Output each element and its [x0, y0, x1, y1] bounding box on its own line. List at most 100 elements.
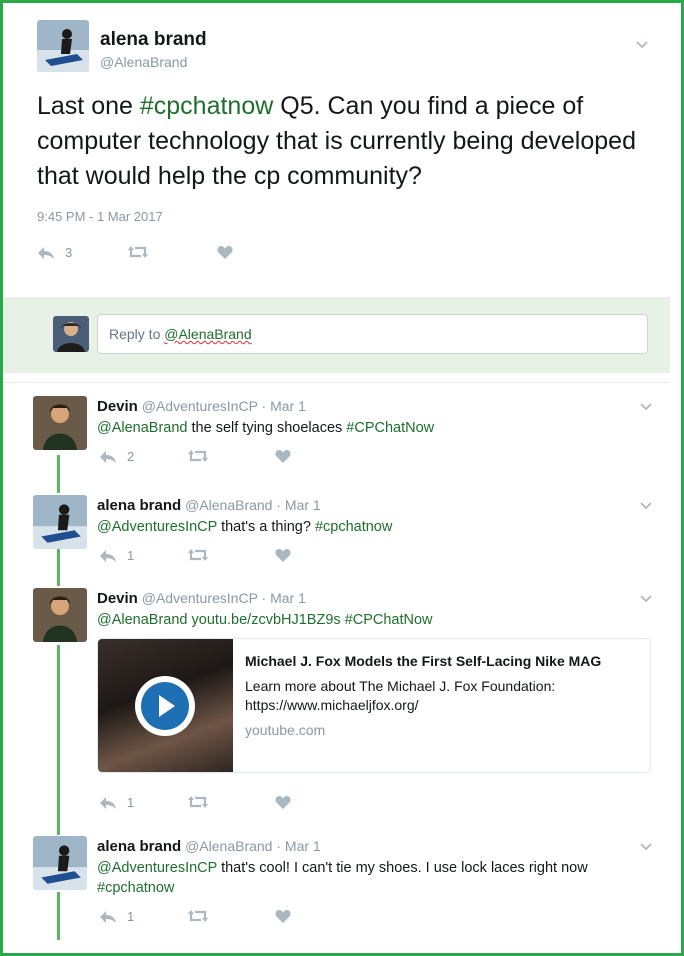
reply-button[interactable]: 1: [99, 548, 134, 563]
tweet-text-pre: Last one: [37, 92, 140, 120]
tweet-actions: 2: [99, 449, 319, 469]
reply-bar: Reply to @AlenaBrand: [3, 297, 670, 373]
retweet-icon: [188, 796, 208, 808]
tweet-text: Last one #cpchatnow Q5. Can you find a p…: [37, 89, 657, 194]
reply-prefix: Reply to: [109, 326, 165, 342]
url-link[interactable]: youtu.be/zcvbHJ1BZ9s: [192, 612, 341, 628]
tweet-timestamp[interactable]: 9:45 PM - 1 Mar 2017: [37, 209, 163, 224]
retweet-button[interactable]: [187, 449, 209, 463]
reply-icon: [100, 450, 116, 463]
card-domain: youtube.com: [245, 722, 326, 738]
tweet-actions: 1: [99, 548, 319, 568]
divider: [3, 373, 670, 383]
retweet-icon: [188, 910, 208, 922]
like-icon: [275, 549, 291, 562]
reply-count: 3: [65, 245, 73, 260]
retweet-button[interactable]: [187, 795, 209, 809]
hashtag-link[interactable]: #cpchatnow: [140, 92, 273, 120]
reply-tweet: alena brand @AlenaBrand · Mar 1 @Adventu…: [3, 495, 670, 575]
reply-date[interactable]: · Mar 1: [262, 398, 306, 414]
retweet-button[interactable]: [127, 245, 149, 259]
chevron-down-icon[interactable]: [639, 499, 653, 513]
chevron-down-icon[interactable]: [639, 592, 653, 606]
mention-link[interactable]: @AdventuresInCP: [97, 860, 217, 876]
chevron-down-icon[interactable]: [639, 840, 653, 854]
reply-icon: [100, 796, 116, 809]
reply-date[interactable]: · Mar 1: [276, 838, 320, 854]
author-name[interactable]: alena brand: [100, 29, 207, 51]
card-title[interactable]: Michael J. Fox Models the First Self-Lac…: [245, 653, 601, 669]
author-handle[interactable]: @AlenaBrand: [185, 497, 272, 513]
avatar[interactable]: [33, 836, 87, 890]
author-handle[interactable]: @AdventuresInCP: [142, 398, 258, 414]
main-tweet: alena brand @AlenaBrand Last one #cpchat…: [3, 3, 681, 297]
reply-count: 1: [127, 795, 135, 810]
avatar[interactable]: [33, 495, 87, 549]
author-handle[interactable]: @AdventuresInCP: [142, 590, 258, 606]
reply-button[interactable]: 1: [99, 795, 134, 810]
link-card[interactable]: Michael J. Fox Models the First Self-Lac…: [97, 638, 651, 773]
reply-text: @AdventuresInCP that's cool! I can't tie…: [97, 858, 617, 898]
like-button[interactable]: [275, 795, 291, 809]
reply-text: @AlenaBrand youtu.be/zcvbHJ1BZ9s #CPChat…: [97, 610, 617, 630]
reply-count: 2: [127, 449, 135, 464]
reply-button[interactable]: 3: [37, 245, 72, 260]
reply-tweet: Devin @AdventuresInCP · Mar 1 @AlenaBran…: [3, 588, 670, 818]
reply-date[interactable]: · Mar 1: [276, 497, 320, 513]
reply-icon: [100, 910, 116, 923]
author-name[interactable]: alena brand: [97, 838, 181, 855]
reply-date[interactable]: · Mar 1: [262, 590, 306, 606]
reply-tweet: Devin @AdventuresInCP · Mar 1 @AlenaBran…: [3, 396, 670, 476]
tweet-actions: 1: [99, 909, 319, 929]
retweet-button[interactable]: [187, 548, 209, 562]
reply-body: the self tying shoelaces: [187, 420, 347, 436]
reply-count: 1: [127, 548, 135, 563]
reply-icon: [100, 549, 116, 562]
chevron-down-icon[interactable]: [635, 38, 649, 52]
chevron-down-icon[interactable]: [639, 400, 653, 414]
like-button[interactable]: [217, 245, 233, 259]
reply-icon: [38, 246, 54, 259]
author-handle[interactable]: @AlenaBrand: [100, 54, 187, 70]
avatar[interactable]: [33, 396, 87, 450]
retweet-button[interactable]: [187, 909, 209, 923]
like-button[interactable]: [275, 548, 291, 562]
like-button[interactable]: [275, 449, 291, 463]
author-name[interactable]: Devin: [97, 590, 138, 607]
reply-mention: @AlenaBrand: [164, 326, 252, 342]
reply-text: @AdventuresInCP that's a thing? #cpchatn…: [97, 517, 617, 537]
hashtag-link[interactable]: #CPChatNow: [345, 612, 433, 628]
retweet-icon: [188, 549, 208, 561]
author-name[interactable]: alena brand: [97, 497, 181, 514]
tweet-actions: 3: [37, 245, 257, 265]
mention-link[interactable]: @AlenaBrand: [97, 420, 188, 436]
mention-link[interactable]: @AdventuresInCP: [97, 519, 217, 535]
reply-button[interactable]: 2: [99, 449, 134, 464]
avatar[interactable]: [33, 588, 87, 642]
reply-tweet: alena brand @AlenaBrand · Mar 1 @Adventu…: [3, 836, 670, 936]
mention-link[interactable]: @AlenaBrand: [97, 612, 188, 628]
reply-count: 1: [127, 909, 135, 924]
hashtag-link[interactable]: #CPChatNow: [346, 420, 434, 436]
hashtag-link[interactable]: #cpchatnow: [97, 880, 174, 896]
reply-input[interactable]: Reply to @AlenaBrand: [97, 314, 648, 354]
current-user-avatar: [53, 316, 89, 352]
reply-button[interactable]: 1: [99, 909, 134, 924]
avatar[interactable]: [37, 20, 89, 72]
like-icon: [217, 246, 233, 259]
like-icon: [275, 450, 291, 463]
tweet-actions: 1: [99, 795, 319, 815]
hashtag-link[interactable]: #cpchatnow: [315, 519, 392, 535]
reply-body: that's cool! I can't tie my shoes. I use…: [217, 860, 588, 876]
retweet-icon: [188, 450, 208, 462]
author-handle[interactable]: @AlenaBrand: [185, 838, 272, 854]
retweet-icon: [128, 246, 148, 258]
like-icon: [275, 796, 291, 809]
card-description: Learn more about The Michael J. Fox Foun…: [245, 678, 556, 713]
reply-body: that's a thing?: [217, 519, 315, 535]
author-name[interactable]: Devin: [97, 398, 138, 415]
play-icon[interactable]: [135, 676, 195, 736]
like-button[interactable]: [275, 909, 291, 923]
like-icon: [275, 910, 291, 923]
video-thumbnail[interactable]: [98, 639, 233, 772]
